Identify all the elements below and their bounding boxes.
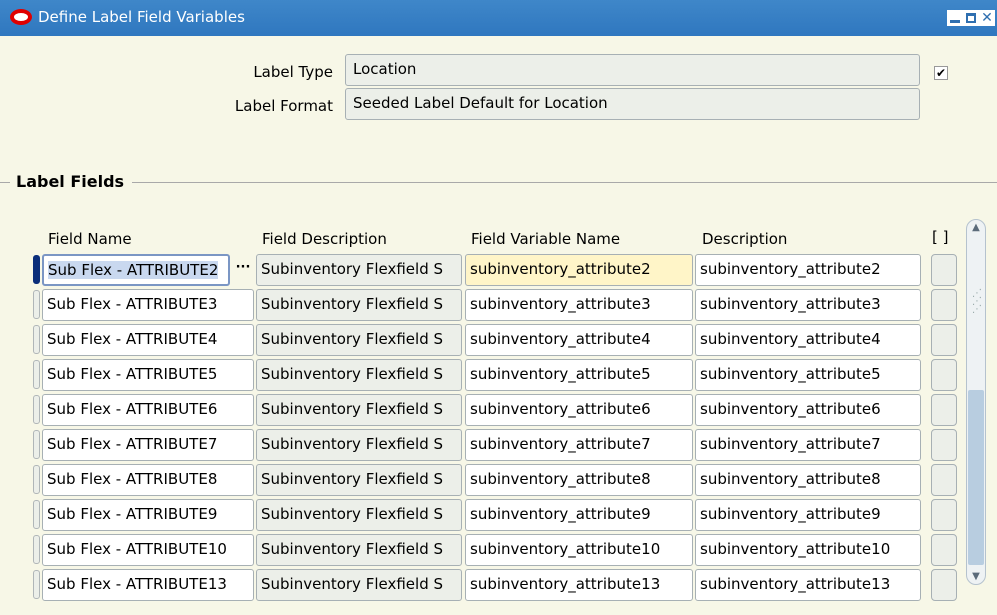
description-cell[interactable]: subinventory_attribute7 <box>695 429 921 461</box>
scroll-down-icon[interactable]: ▼ <box>967 571 985 582</box>
current-record-indicator[interactable] <box>33 255 40 284</box>
description-cell[interactable]: subinventory_attribute2 <box>695 254 921 286</box>
grip-icon: ⋰ ⋰ ⋰ <box>972 288 982 315</box>
flexfield-cell[interactable] <box>931 499 957 531</box>
field-description-cell[interactable]: Subinventory Flexfield S <box>256 569 462 601</box>
field-variable-name-cell[interactable]: subinventory_attribute8 <box>465 464 693 496</box>
field-name-cell[interactable]: Sub Flex - ATTRIBUTE2 <box>42 254 230 286</box>
field-name-cell[interactable]: Sub Flex - ATTRIBUTE6 <box>42 394 254 426</box>
field-variable-name-cell[interactable]: subinventory_attribute5 <box>465 359 693 391</box>
flexfield-cell[interactable] <box>931 429 957 461</box>
field-description-cell[interactable]: Subinventory Flexfield S <box>256 429 462 461</box>
field-variable-name-cell[interactable]: subinventory_attribute13 <box>465 569 693 601</box>
record-indicator[interactable] <box>33 325 40 354</box>
field-variable-name-cell[interactable]: subinventory_attribute3 <box>465 289 693 321</box>
record-indicator[interactable] <box>33 395 40 424</box>
maximize-icon[interactable] <box>963 10 979 26</box>
description-cell[interactable]: subinventory_attribute9 <box>695 499 921 531</box>
field-description-column-header: Field Description <box>262 230 387 248</box>
field-name-cell[interactable]: Sub Flex - ATTRIBUTE4 <box>42 324 254 356</box>
label-format-field[interactable]: Seeded Label Default for Location <box>345 88 920 120</box>
scroll-up-icon[interactable]: ▲ <box>967 222 985 233</box>
description-cell[interactable]: subinventory_attribute6 <box>695 394 921 426</box>
field-description-cell[interactable]: Subinventory Flexfield S <box>256 359 462 391</box>
flexfield-cell[interactable] <box>931 324 957 356</box>
field-variable-name-cell[interactable]: subinventory_attribute10 <box>465 534 693 566</box>
title-bar[interactable]: Define Label Field Variables ✕ <box>0 0 997 36</box>
vertical-scrollbar[interactable]: ▲ ▼ <box>966 219 986 585</box>
close-icon[interactable]: ✕ <box>979 10 995 26</box>
table-row: Sub Flex - ATTRIBUTE7 Subinventory Flexf… <box>0 429 997 461</box>
flexfield-cell[interactable] <box>931 254 957 286</box>
description-cell[interactable]: subinventory_attribute3 <box>695 289 921 321</box>
description-cell[interactable]: subinventory_attribute10 <box>695 534 921 566</box>
field-name-cell[interactable]: Sub Flex - ATTRIBUTE3 <box>42 289 254 321</box>
field-variable-name-column-header: Field Variable Name <box>471 230 621 248</box>
table-row: Sub Flex - ATTRIBUTE3 Subinventory Flexf… <box>0 289 997 321</box>
field-name-cell[interactable]: Sub Flex - ATTRIBUTE10 <box>42 534 254 566</box>
field-name-cell[interactable]: Sub Flex - ATTRIBUTE7 <box>42 429 254 461</box>
field-description-cell[interactable]: Subinventory Flexfield S <box>256 464 462 496</box>
field-variable-name-cell[interactable]: subinventory_attribute6 <box>465 394 693 426</box>
table-row: Sub Flex - ATTRIBUTE9 Subinventory Flexf… <box>0 499 997 531</box>
table-row: Sub Flex - ATTRIBUTE10 Subinventory Flex… <box>0 534 997 566</box>
flexfield-column-header[interactable]: [ ] <box>932 228 948 246</box>
record-indicator[interactable] <box>33 465 40 494</box>
label-fields-section-title: Label Fields <box>10 172 133 191</box>
field-name-column-header: Field Name <box>48 230 132 248</box>
table-row: Sub Flex - ATTRIBUTE4 Subinventory Flexf… <box>0 324 997 356</box>
record-indicator[interactable] <box>33 290 40 319</box>
label-type-field[interactable]: Location <box>345 54 920 86</box>
section-divider <box>0 182 997 183</box>
description-cell[interactable]: subinventory_attribute8 <box>695 464 921 496</box>
table-row: Sub Flex - ATTRIBUTE5 Subinventory Flexf… <box>0 359 997 391</box>
field-description-cell[interactable]: Subinventory Flexfield S <box>256 394 462 426</box>
oracle-logo-icon <box>10 9 32 25</box>
table-row: Sub Flex - ATTRIBUTE2 ··· Subinventory F… <box>0 254 997 286</box>
flexfield-cell[interactable] <box>931 289 957 321</box>
window-title: Define Label Field Variables <box>38 8 245 26</box>
record-indicator[interactable] <box>33 570 40 599</box>
field-description-cell[interactable]: Subinventory Flexfield S <box>256 499 462 531</box>
description-column-header: Description <box>702 230 788 248</box>
label-format-label: Label Format <box>234 97 333 115</box>
flexfield-cell[interactable] <box>931 359 957 391</box>
record-indicator[interactable] <box>33 360 40 389</box>
label-type-checkbox[interactable]: ✔ <box>934 66 948 80</box>
record-indicator[interactable] <box>33 535 40 564</box>
field-description-cell[interactable]: Subinventory Flexfield S <box>256 289 462 321</box>
field-name-cell[interactable]: Sub Flex - ATTRIBUTE9 <box>42 499 254 531</box>
field-name-cell[interactable]: Sub Flex - ATTRIBUTE5 <box>42 359 254 391</box>
table-row: Sub Flex - ATTRIBUTE13 Subinventory Flex… <box>0 569 997 601</box>
field-variable-name-cell[interactable]: subinventory_attribute2 <box>465 254 693 286</box>
field-name-cell[interactable]: Sub Flex - ATTRIBUTE8 <box>42 464 254 496</box>
flexfield-cell[interactable] <box>931 394 957 426</box>
list-of-values-button[interactable]: ··· <box>232 255 254 283</box>
field-description-cell[interactable]: Subinventory Flexfield S <box>256 324 462 356</box>
field-name-cell[interactable]: Sub Flex - ATTRIBUTE13 <box>42 569 254 601</box>
description-cell[interactable]: subinventory_attribute4 <box>695 324 921 356</box>
flexfield-cell[interactable] <box>931 464 957 496</box>
description-cell[interactable]: subinventory_attribute13 <box>695 569 921 601</box>
field-description-cell[interactable]: Subinventory Flexfield S <box>256 534 462 566</box>
label-type-label: Label Type <box>253 63 333 81</box>
record-indicator[interactable] <box>33 430 40 459</box>
field-description-cell[interactable]: Subinventory Flexfield S <box>256 254 462 286</box>
define-label-field-variables-window: Define Label Field Variables ✕ Label Typ… <box>0 0 997 615</box>
minimize-icon[interactable] <box>947 10 963 26</box>
scrollbar-thumb[interactable] <box>968 390 984 565</box>
field-variable-name-cell[interactable]: subinventory_attribute4 <box>465 324 693 356</box>
description-cell[interactable]: subinventory_attribute5 <box>695 359 921 391</box>
record-indicator[interactable] <box>33 500 40 529</box>
table-row: Sub Flex - ATTRIBUTE6 Subinventory Flexf… <box>0 394 997 426</box>
table-row: Sub Flex - ATTRIBUTE8 Subinventory Flexf… <box>0 464 997 496</box>
flexfield-cell[interactable] <box>931 534 957 566</box>
field-variable-name-cell[interactable]: subinventory_attribute9 <box>465 499 693 531</box>
flexfield-cell[interactable] <box>931 569 957 601</box>
field-variable-name-cell[interactable]: subinventory_attribute7 <box>465 429 693 461</box>
